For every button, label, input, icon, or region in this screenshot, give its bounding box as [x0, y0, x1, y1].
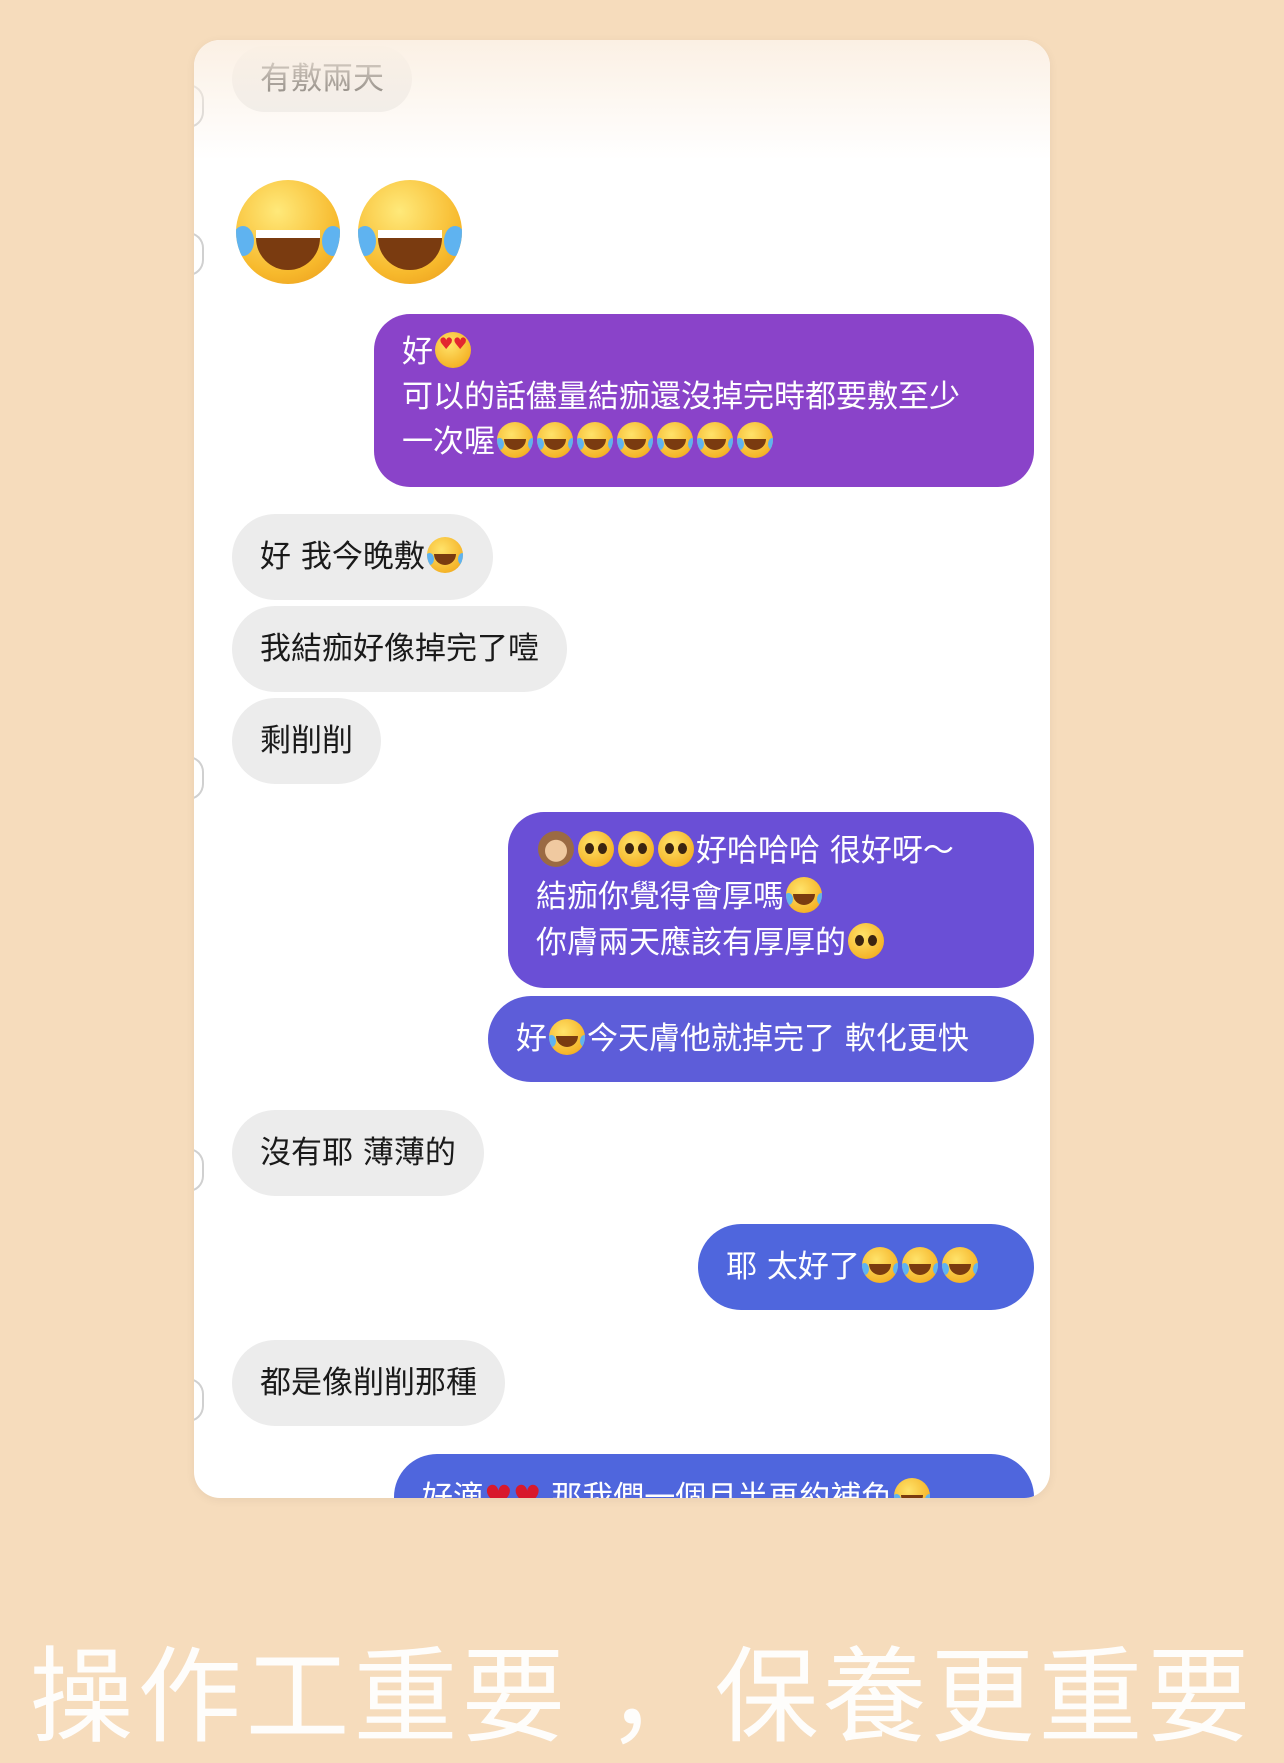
see-no-evil-monkey-icon [538, 831, 574, 867]
message-outgoing: 好 可以的話儘量結痂還沒掉完時都要敷至少 一次喔 [374, 314, 1034, 487]
message-text: 你膚兩天應該有厚厚的 [536, 925, 846, 961]
laugh-icon [426, 537, 463, 573]
message-outgoing: 好哈哈哈 很好呀～ 結痂你覺得會厚嗎 你膚兩天應該有厚厚的 [508, 812, 1034, 988]
laughing-emoji-icon [358, 180, 462, 284]
message-text: 沒有耶 薄薄的 [260, 1135, 456, 1171]
message-text: 有敷兩天 [260, 61, 384, 97]
message-text: 好 [516, 1021, 547, 1057]
message-text: 好 我今晚敷 [260, 539, 425, 575]
message-text: 好哈哈哈 很好呀～ [696, 833, 954, 869]
red-heart-icon: ♥ [484, 1478, 513, 1498]
laugh-icon [657, 422, 693, 458]
avatar-edge [194, 84, 204, 128]
message-text: 可以的話儘量結痂還沒掉完時都要敷至少 [402, 379, 960, 415]
laugh-icon [786, 877, 822, 913]
laugh-icon [497, 422, 533, 458]
message-text: 一次喔 [402, 424, 495, 460]
pleading-face-icon [618, 831, 654, 867]
message-incoming: 我結痂好像掉完了噎 [232, 606, 567, 692]
laugh-icon [549, 1019, 585, 1055]
laugh-icon [577, 422, 613, 458]
message-incoming: 沒有耶 薄薄的 [232, 1110, 484, 1196]
pleading-face-icon [658, 831, 694, 867]
avatar-edge [194, 232, 204, 276]
laugh-icon [617, 422, 653, 458]
avatar-edge [194, 1378, 204, 1422]
message-text: 我結痂好像掉完了噎 [260, 631, 539, 667]
message-outgoing: 耶 太好了 [698, 1224, 1034, 1310]
heart-eyes-icon [435, 332, 471, 368]
laugh-icon [901, 1247, 938, 1283]
red-heart-icon: ♥ [512, 1478, 542, 1498]
message-text: 好滴 [422, 1480, 484, 1498]
laugh-icon [737, 422, 773, 458]
message-text: 那我們一個月半再約補色 [551, 1480, 893, 1498]
message-text: 今天膚他就掉完了 軟化更快 [587, 1021, 969, 1057]
pleading-face-icon [578, 831, 614, 867]
laugh-icon [697, 422, 733, 458]
message-text: 結痂你覺得會厚嗎 [536, 879, 784, 915]
message-text: 剩削削 [260, 723, 353, 759]
message-outgoing: 好 今天膚他就掉完了 軟化更快 [488, 996, 1034, 1082]
laugh-icon [861, 1247, 898, 1283]
message-text: 好 [402, 334, 433, 370]
message-incoming: 好 我今晚敷 [232, 514, 493, 600]
message-text: 都是像削削那種 [260, 1365, 477, 1401]
avatar-edge [194, 1148, 204, 1192]
chat-screenshot-card: 有敷兩天 好 可以的話儘量結痂還沒掉完時都要敷至少 一次喔 好 我今晚敷 我結痂… [194, 40, 1050, 1498]
message-text: 耶 太好了 [726, 1249, 860, 1285]
caption-text: 操作工重要 ，保養更重要 [29, 1636, 1255, 1758]
message-incoming: 剩削削 [232, 698, 381, 784]
laugh-icon [537, 422, 573, 458]
avatar-edge [194, 756, 204, 800]
message-incoming: 有敷兩天 [232, 46, 412, 112]
message-outgoing-partial: 好滴♥♥ 那我們一個月半再約補色 [394, 1454, 1034, 1498]
laughing-emoji-icon [236, 180, 340, 284]
laugh-icon [941, 1247, 978, 1283]
message-incoming: 都是像削削那種 [232, 1340, 505, 1426]
smile-icon [894, 1478, 931, 1498]
pleading-face-icon [848, 923, 884, 959]
